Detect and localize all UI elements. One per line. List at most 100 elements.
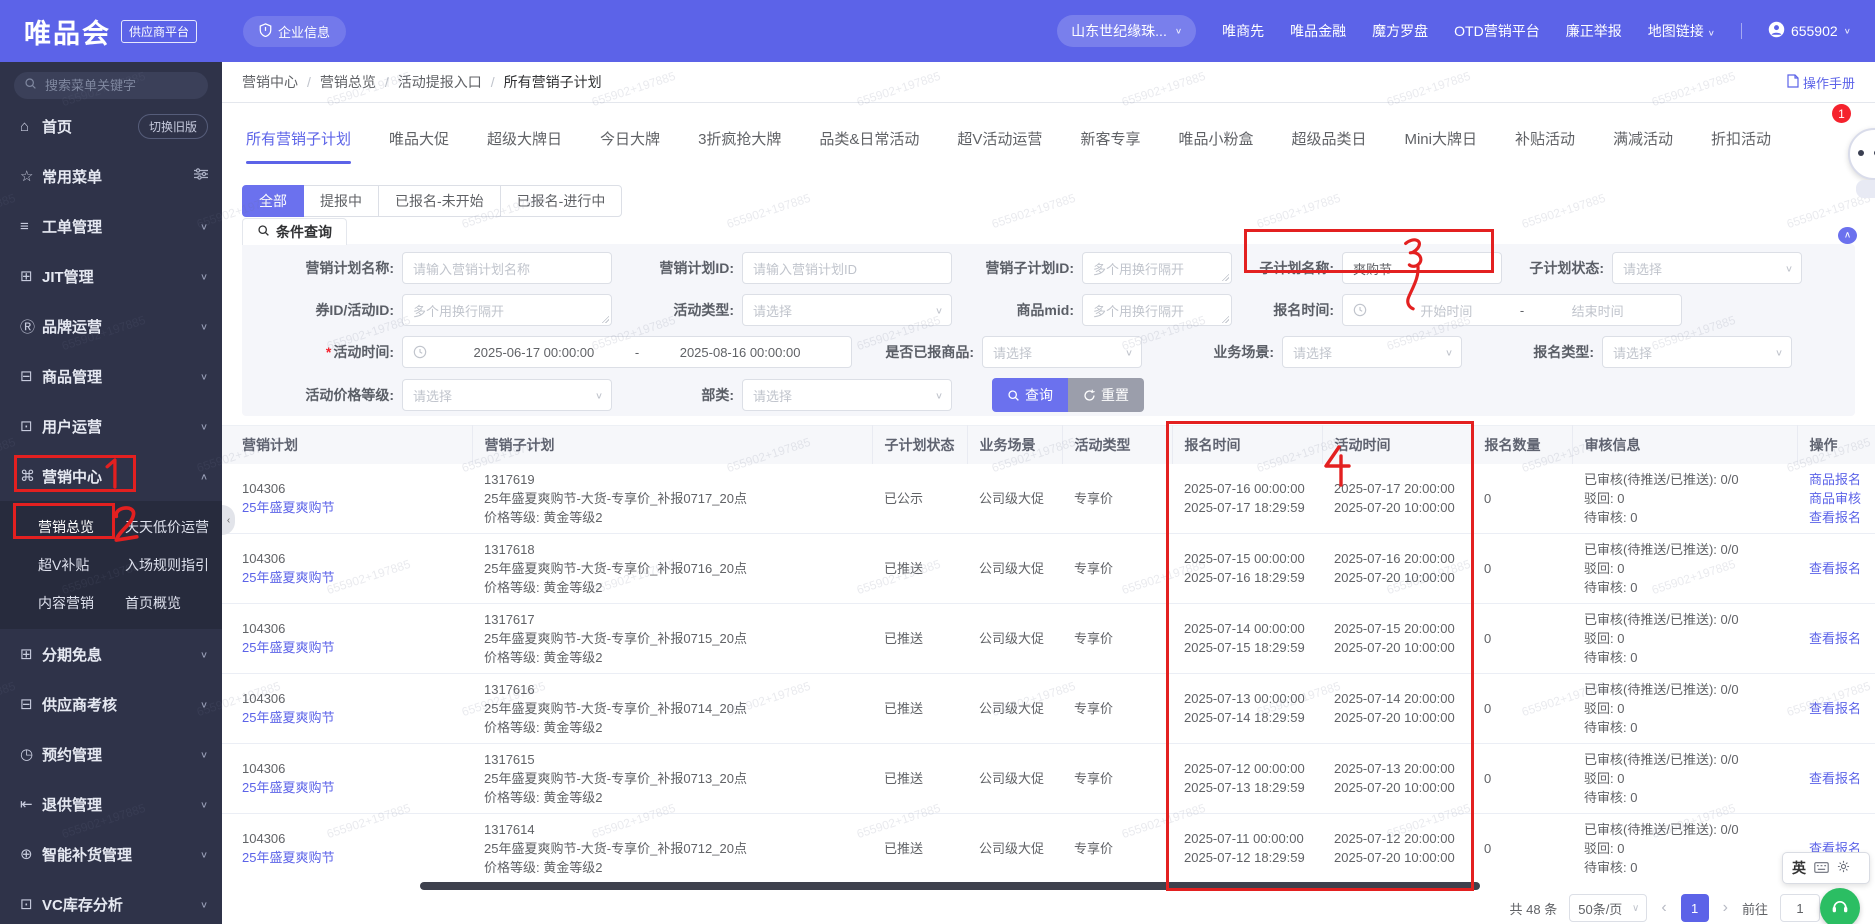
tab-满减活动[interactable]: 满减活动 bbox=[1613, 104, 1673, 172]
submenu-item-天天低价运营[interactable]: 天天低价运营 bbox=[111, 508, 222, 546]
select-biz_scene[interactable]: 请选择 ∨ bbox=[1282, 336, 1462, 368]
assistant-robot[interactable] bbox=[1848, 122, 1875, 198]
breadcrumb-item[interactable]: 营销总览 bbox=[320, 72, 376, 92]
plan-name-link[interactable]: 25年盛夏爽购节 bbox=[242, 848, 460, 867]
tab-折扣活动[interactable]: 折扣活动 bbox=[1711, 104, 1771, 172]
sidebar-item-VC库存分析[interactable]: ⊡ VC库存分析 ∨ bbox=[0, 879, 222, 924]
plan-name-link[interactable]: 25年盛夏爽购节 bbox=[242, 498, 460, 517]
sidebar-item-用户运营[interactable]: ⊡ 用户运营 ∨ bbox=[0, 401, 222, 451]
textarea-coupon_id[interactable]: 多个用换行隔开 bbox=[402, 294, 612, 326]
tab-Mini大牌日[interactable]: Mini大牌日 bbox=[1404, 104, 1477, 172]
vendor-select[interactable]: 山东世纪缘珠... ∨ bbox=[1057, 15, 1197, 47]
sidebar-item-智能补货管理[interactable]: ⊕ 智能补货管理 ∨ bbox=[0, 829, 222, 879]
input-mkt_id[interactable]: 请输入营销计划ID bbox=[742, 252, 952, 284]
input-mkt_name[interactable]: 请输入营销计划名称 bbox=[402, 252, 612, 284]
submenu-item-内容营销[interactable]: 内容营销 bbox=[0, 584, 111, 622]
status-filter-全部[interactable]: 全部 bbox=[242, 185, 304, 217]
tab-3折疯抢大牌[interactable]: 3折疯抢大牌 bbox=[698, 104, 781, 172]
tab-所有营销子计划[interactable]: 所有营销子计划 bbox=[246, 104, 352, 172]
sidebar-search-input[interactable] bbox=[43, 77, 193, 94]
daterange-act_time[interactable]: 2025-06-17 00:00:00-2025-08-16 00:00:00 bbox=[402, 336, 852, 368]
tab-超级大牌日[interactable]: 超级大牌日 bbox=[487, 104, 562, 172]
status-filter-提报中[interactable]: 提报中 bbox=[303, 185, 379, 217]
submenu-item-超V补贴[interactable]: 超V补贴 bbox=[0, 546, 111, 584]
sidebar-search[interactable] bbox=[14, 72, 208, 99]
top-bar: 唯品会 供应商平台 企业信息 山东世纪缘珠... ∨ 唯商先 唯品金融 魔方罗盘 OT… bbox=[0, 0, 1875, 62]
sidebar-item-工单管理[interactable]: ≡ 工单管理 ∨ bbox=[0, 201, 222, 251]
sidebar-item-商品管理[interactable]: ⊟ 商品管理 ∨ bbox=[0, 351, 222, 401]
select-sub_status[interactable]: 请选择 ∨ bbox=[1612, 252, 1802, 284]
top-nav-link[interactable]: 唯商先 bbox=[1222, 21, 1264, 41]
sidebar-item-品牌运营[interactable]: Ⓡ 品牌运营 ∨ bbox=[0, 301, 222, 351]
tab-唯品小粉盒[interactable]: 唯品小粉盒 bbox=[1178, 104, 1253, 172]
tab-补贴活动[interactable]: 补贴活动 bbox=[1515, 104, 1575, 172]
breadcrumb-item[interactable]: 活动提报入口 bbox=[398, 72, 482, 92]
submenu-item-营销总览[interactable]: 营销总览 bbox=[0, 508, 111, 546]
next-page-button[interactable]: › bbox=[1721, 899, 1730, 917]
action-link-商品报名[interactable]: 商品报名 bbox=[1809, 470, 1863, 489]
sidebar-item-营销中心[interactable]: ⌘ 营销中心 ∧ bbox=[0, 451, 222, 501]
collapse-filter-button[interactable]: ∧ bbox=[1838, 226, 1857, 245]
select-signup_type[interactable]: 请选择 ∨ bbox=[1602, 336, 1792, 368]
customer-service-button[interactable] bbox=[1820, 888, 1860, 924]
select-reported[interactable]: 请选择 ∨ bbox=[982, 336, 1142, 368]
map-link[interactable]: 地图链接 ∨ bbox=[1648, 21, 1715, 41]
tab-唯品大促[interactable]: 唯品大促 bbox=[389, 104, 449, 172]
sidebar-item-退供管理[interactable]: ⇤ 退供管理 ∨ bbox=[0, 779, 222, 829]
status-filter-已报名-进行中[interactable]: 已报名-进行中 bbox=[499, 185, 623, 217]
tab-超V活动运营[interactable]: 超V活动运营 bbox=[957, 104, 1042, 172]
top-nav-link[interactable]: 廉正举报 bbox=[1566, 21, 1622, 41]
ime-toolbar[interactable]: 英 bbox=[1782, 852, 1870, 884]
submenu-item-入场规则指引[interactable]: 入场规则指引 bbox=[111, 546, 222, 584]
page-size-select[interactable]: 50条/页 ∨ bbox=[1569, 894, 1648, 922]
top-nav-link[interactable]: 唯品金融 bbox=[1290, 21, 1346, 41]
input-sub_name[interactable]: 爽购节 bbox=[1342, 252, 1502, 284]
search-button[interactable]: 查询 bbox=[992, 378, 1068, 412]
action-link-查看报名[interactable]: 查看报名 bbox=[1809, 559, 1863, 578]
goto-page-input[interactable] bbox=[1779, 894, 1820, 922]
sidebar-item-常用菜单[interactable]: ☆ 常用菜单 bbox=[0, 151, 222, 201]
sidebar-item-首页[interactable]: ⌂ 首页 切换旧版 bbox=[0, 101, 222, 151]
action-link-查看报名[interactable]: 查看报名 bbox=[1809, 699, 1863, 718]
page-number-button[interactable]: 1 bbox=[1680, 894, 1709, 922]
top-nav-link[interactable]: OTD营销平台 bbox=[1454, 21, 1540, 41]
submenu-item-首页概览[interactable]: 首页概览 bbox=[111, 584, 222, 622]
plan-name-link[interactable]: 25年盛夏爽购节 bbox=[242, 708, 460, 727]
textarea-mid[interactable]: 多个用换行隔开 bbox=[1082, 294, 1232, 326]
status-filter-已报名-未开始[interactable]: 已报名-未开始 bbox=[378, 185, 501, 217]
tab-品类&日常活动[interactable]: 品类&日常活动 bbox=[819, 104, 919, 172]
action-link-商品审核[interactable]: 商品审核 bbox=[1809, 489, 1863, 508]
textarea-sub_plan_id[interactable]: 多个用换行隔开 bbox=[1082, 252, 1232, 284]
manual-link[interactable]: 操作手册 bbox=[1787, 73, 1855, 92]
action-link-查看报名[interactable]: 查看报名 bbox=[1809, 629, 1863, 648]
breadcrumb-item[interactable]: 营销中心 bbox=[242, 72, 298, 92]
field-label-sub_plan_id: 营销子计划ID: bbox=[985, 260, 1074, 276]
company-info-button[interactable]: 企业信息 bbox=[243, 15, 347, 47]
action-link-查看报名[interactable]: 查看报名 bbox=[1809, 508, 1863, 527]
sidebar-item-预约管理[interactable]: ◷ 预约管理 ∨ bbox=[0, 729, 222, 779]
top-nav-link[interactable]: 魔方罗盘 bbox=[1372, 21, 1428, 41]
select-dept[interactable]: 请选择 ∨ bbox=[742, 379, 952, 411]
sidebar-item-分期免息[interactable]: ⊞ 分期免息 ∨ bbox=[0, 629, 222, 679]
select-act_type[interactable]: 请选择 ∨ bbox=[742, 294, 952, 326]
select-price_grade[interactable]: 请选择 ∨ bbox=[402, 379, 612, 411]
switch-old-version-button[interactable]: 切换旧版 bbox=[137, 113, 208, 139]
reservation-icon: ◷ bbox=[20, 746, 34, 763]
prev-page-button[interactable]: ‹ bbox=[1659, 899, 1668, 917]
tab-新客专享[interactable]: 新客专享 bbox=[1080, 104, 1140, 172]
plan-name-link[interactable]: 25年盛夏爽购节 bbox=[242, 568, 460, 587]
reset-button[interactable]: 重置 bbox=[1068, 378, 1144, 412]
sidebar-item-JIT管理[interactable]: ⊞ JIT管理 ∨ bbox=[0, 251, 222, 301]
tab-超级品类日[interactable]: 超级品类日 bbox=[1291, 104, 1366, 172]
subplan-grade: 价格等级: 黄金等级2 bbox=[484, 509, 603, 525]
scrollbar-thumb[interactable] bbox=[420, 882, 1480, 890]
plan-name-link[interactable]: 25年盛夏爽购节 bbox=[242, 638, 460, 657]
condition-query-tab[interactable]: 条件查询 bbox=[242, 218, 347, 245]
user-menu[interactable]: 655902 ∨ bbox=[1768, 21, 1851, 41]
breadcrumb-item[interactable]: 所有营销子计划 bbox=[504, 72, 602, 92]
plan-name-link[interactable]: 25年盛夏爽购节 bbox=[242, 778, 460, 797]
daterange-signup_time[interactable]: 开始时间 - 结束时间 bbox=[1342, 294, 1682, 326]
sidebar-item-供应商考核[interactable]: ⊟ 供应商考核 ∨ bbox=[0, 679, 222, 729]
action-link-查看报名[interactable]: 查看报名 bbox=[1809, 769, 1863, 788]
tab-今日大牌[interactable]: 今日大牌 bbox=[600, 104, 660, 172]
